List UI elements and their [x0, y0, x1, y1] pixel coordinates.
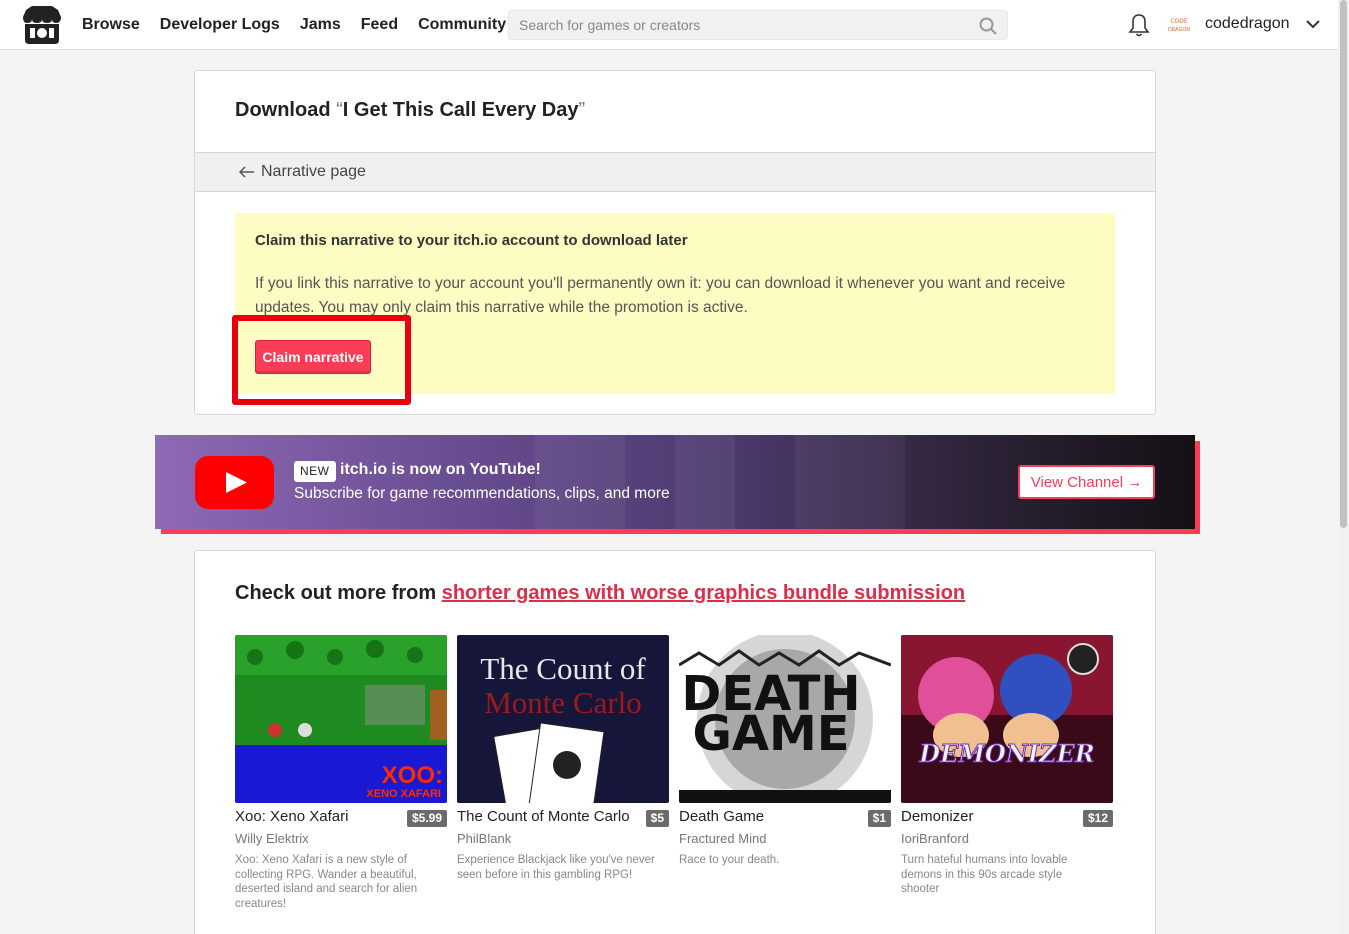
game-thumbnail[interactable]: DEMONIZER: [901, 635, 1113, 803]
youtube-subline: Subscribe for game recommendations, clip…: [294, 485, 670, 502]
nav-developer-logs[interactable]: Developer Logs: [160, 16, 280, 34]
view-channel-button[interactable]: View Channel →: [1018, 465, 1155, 499]
game-title[interactable]: The Count of Monte Carlo: [457, 808, 630, 825]
game-author[interactable]: PhilBlank: [457, 831, 511, 846]
game-thumbnail[interactable]: The Count of Monte Carlo: [457, 635, 669, 803]
download-card: Download “I Get This Call Every Day” Nar…: [194, 70, 1156, 415]
scrollbar-thumb[interactable]: [1340, 0, 1347, 528]
thumb-text: XENO XAFARI: [366, 788, 441, 800]
page-title: Download “I Get This Call Every Day”: [235, 99, 585, 122]
game-author[interactable]: IoriBranford: [901, 831, 969, 846]
game-cell[interactable]: DEMONIZER Demonizer $12 IoriBranford Tur…: [901, 635, 1113, 895]
back-link-label: Narrative page: [261, 163, 366, 180]
banner-decoration: [535, 435, 625, 529]
game-cell[interactable]: The Count of Monte Carlo The Count of Mo…: [457, 635, 669, 881]
back-to-narrative-link[interactable]: Narrative page: [239, 163, 366, 181]
thumb-text: XOO:: [382, 762, 443, 789]
game-thumbnail[interactable]: XOO: XENO XAFARI: [235, 635, 447, 803]
banner-decoration: [795, 435, 905, 529]
game-description: Turn hateful humans into lovable demons …: [901, 854, 1068, 895]
thumb-text: The Count of: [480, 651, 646, 686]
xoo-thumbnail-art: XOO: XENO XAFARI: [235, 635, 447, 803]
game-author[interactable]: Fractured Mind: [679, 831, 766, 846]
more-games-heading: Check out more from shorter games with w…: [235, 582, 965, 605]
youtube-headline: itch.io is now on YouTube!: [340, 461, 541, 478]
thumb-text: DEMONIZER: [918, 739, 1095, 768]
game-title[interactable]: Demonizer: [901, 808, 974, 825]
title-close-quote: ”: [578, 99, 586, 121]
claim-narrative-button[interactable]: Claim narrative: [255, 340, 371, 374]
arrow-left-icon: [239, 166, 254, 178]
game-description: Xoo: Xeno Xafari is a new style of colle…: [235, 854, 418, 910]
top-header: Browse Developer Logs Jams Feed Communit…: [0, 0, 1338, 50]
game-description: Experience Blackjack like you've never s…: [457, 854, 655, 881]
claim-box: Claim this narrative to your itch.io acc…: [235, 213, 1115, 394]
nav-browse[interactable]: Browse: [82, 16, 140, 34]
banner-decoration: [675, 435, 735, 529]
price-badge: $12: [1082, 810, 1113, 827]
page-scrollbar[interactable]: [1338, 0, 1349, 934]
claim-heading: Claim this narrative to your itch.io acc…: [255, 232, 688, 249]
chevron-down-icon[interactable]: [1305, 18, 1321, 30]
price-badge: $5: [645, 810, 669, 827]
itchio-logo-icon[interactable]: [22, 6, 62, 44]
search-input[interactable]: [509, 11, 1007, 39]
youtube-logo-icon: [195, 456, 274, 509]
username-label[interactable]: codedragon: [1205, 15, 1290, 33]
avatar[interactable]: CODE DRAGON: [1167, 14, 1191, 36]
search-box: [508, 10, 1008, 40]
svg-text:CODE: CODE: [1170, 18, 1188, 25]
svg-text:DRAGON: DRAGON: [1168, 27, 1190, 33]
new-badge: NEW: [294, 461, 336, 482]
nav-community[interactable]: Community: [418, 16, 506, 34]
game-cell[interactable]: DEATH GAME Death Game $1 Fractured Mind …: [679, 635, 891, 866]
demonizer-thumbnail-art: DEMONIZER: [901, 635, 1113, 803]
title-prefix: Download: [235, 99, 337, 121]
bundle-link[interactable]: shorter games with worse graphics bundle…: [442, 582, 965, 604]
game-thumbnail[interactable]: DEATH GAME: [679, 635, 891, 803]
title-open-quote: “: [336, 99, 343, 121]
thumb-text: GAME: [692, 706, 849, 762]
heading-prefix: Check out more from: [235, 582, 442, 604]
main-nav: Browse Developer Logs Jams Feed Communit…: [82, 0, 506, 50]
game-title: I Get This Call Every Day: [342, 99, 579, 121]
nav-jams[interactable]: Jams: [300, 16, 341, 34]
thumb-text: Monte Carlo: [484, 685, 642, 720]
game-title[interactable]: Death Game: [679, 808, 764, 825]
monte-carlo-thumbnail-art: The Count of Monte Carlo: [457, 635, 669, 803]
claim-description: If you link this narrative to your accou…: [255, 275, 1066, 316]
search-icon[interactable]: [979, 17, 997, 35]
more-games-card: Check out more from shorter games with w…: [194, 550, 1156, 934]
game-cell[interactable]: XOO: XENO XAFARI Xoo: Xeno Xafari $5.99 …: [235, 635, 447, 910]
price-badge: $1: [867, 810, 891, 827]
nav-feed[interactable]: Feed: [361, 16, 398, 34]
notification-bell-icon[interactable]: [1128, 13, 1150, 37]
youtube-banner: NEW itch.io is now on YouTube! Subscribe…: [155, 435, 1195, 529]
card-nav-bar: Narrative page: [195, 152, 1155, 192]
game-author[interactable]: Willy Elektrix: [235, 831, 309, 846]
game-description: Race to your death.: [679, 854, 780, 866]
game-title[interactable]: Xoo: Xeno Xafari: [235, 808, 348, 825]
price-badge: $5.99: [406, 810, 447, 827]
death-game-thumbnail-art: DEATH GAME: [679, 635, 891, 803]
